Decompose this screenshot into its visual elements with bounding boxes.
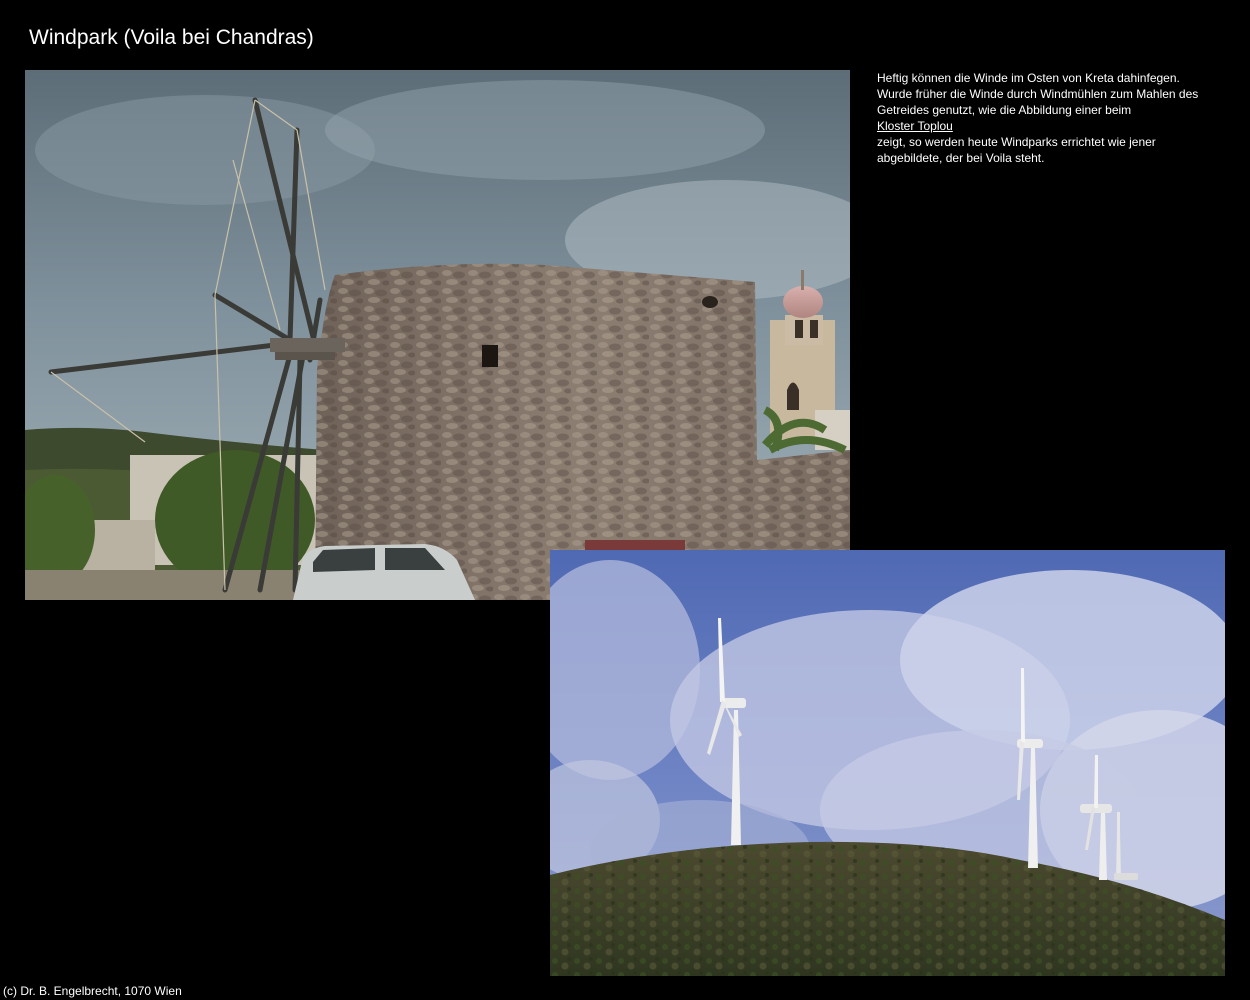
description-link-row: Kloster Toplou [877, 118, 1222, 134]
copyright-notice: (c) Dr. B. Engelbrecht, 1070 Wien [3, 984, 182, 998]
page-title: Windpark (Voila bei Chandras) [29, 26, 314, 49]
description-line: zeigt, so werden heute Windparks erricht… [877, 135, 1156, 149]
windpark-photo [550, 550, 1225, 976]
kloster-toplou-link[interactable]: Kloster Toplou [877, 118, 953, 134]
description-line: Heftig können die Winde im Osten von Kre… [877, 71, 1180, 85]
description-line: abgebildete, der bei Voila steht. [877, 151, 1045, 165]
description-text: Heftig können die Winde im Osten von Kre… [877, 70, 1222, 166]
description-line: Getreides genutzt, wie die Abbildung ein… [877, 103, 1132, 117]
windmill-photo [25, 70, 850, 600]
description-line: Wurde früher die Winde durch Windmühlen … [877, 87, 1199, 101]
